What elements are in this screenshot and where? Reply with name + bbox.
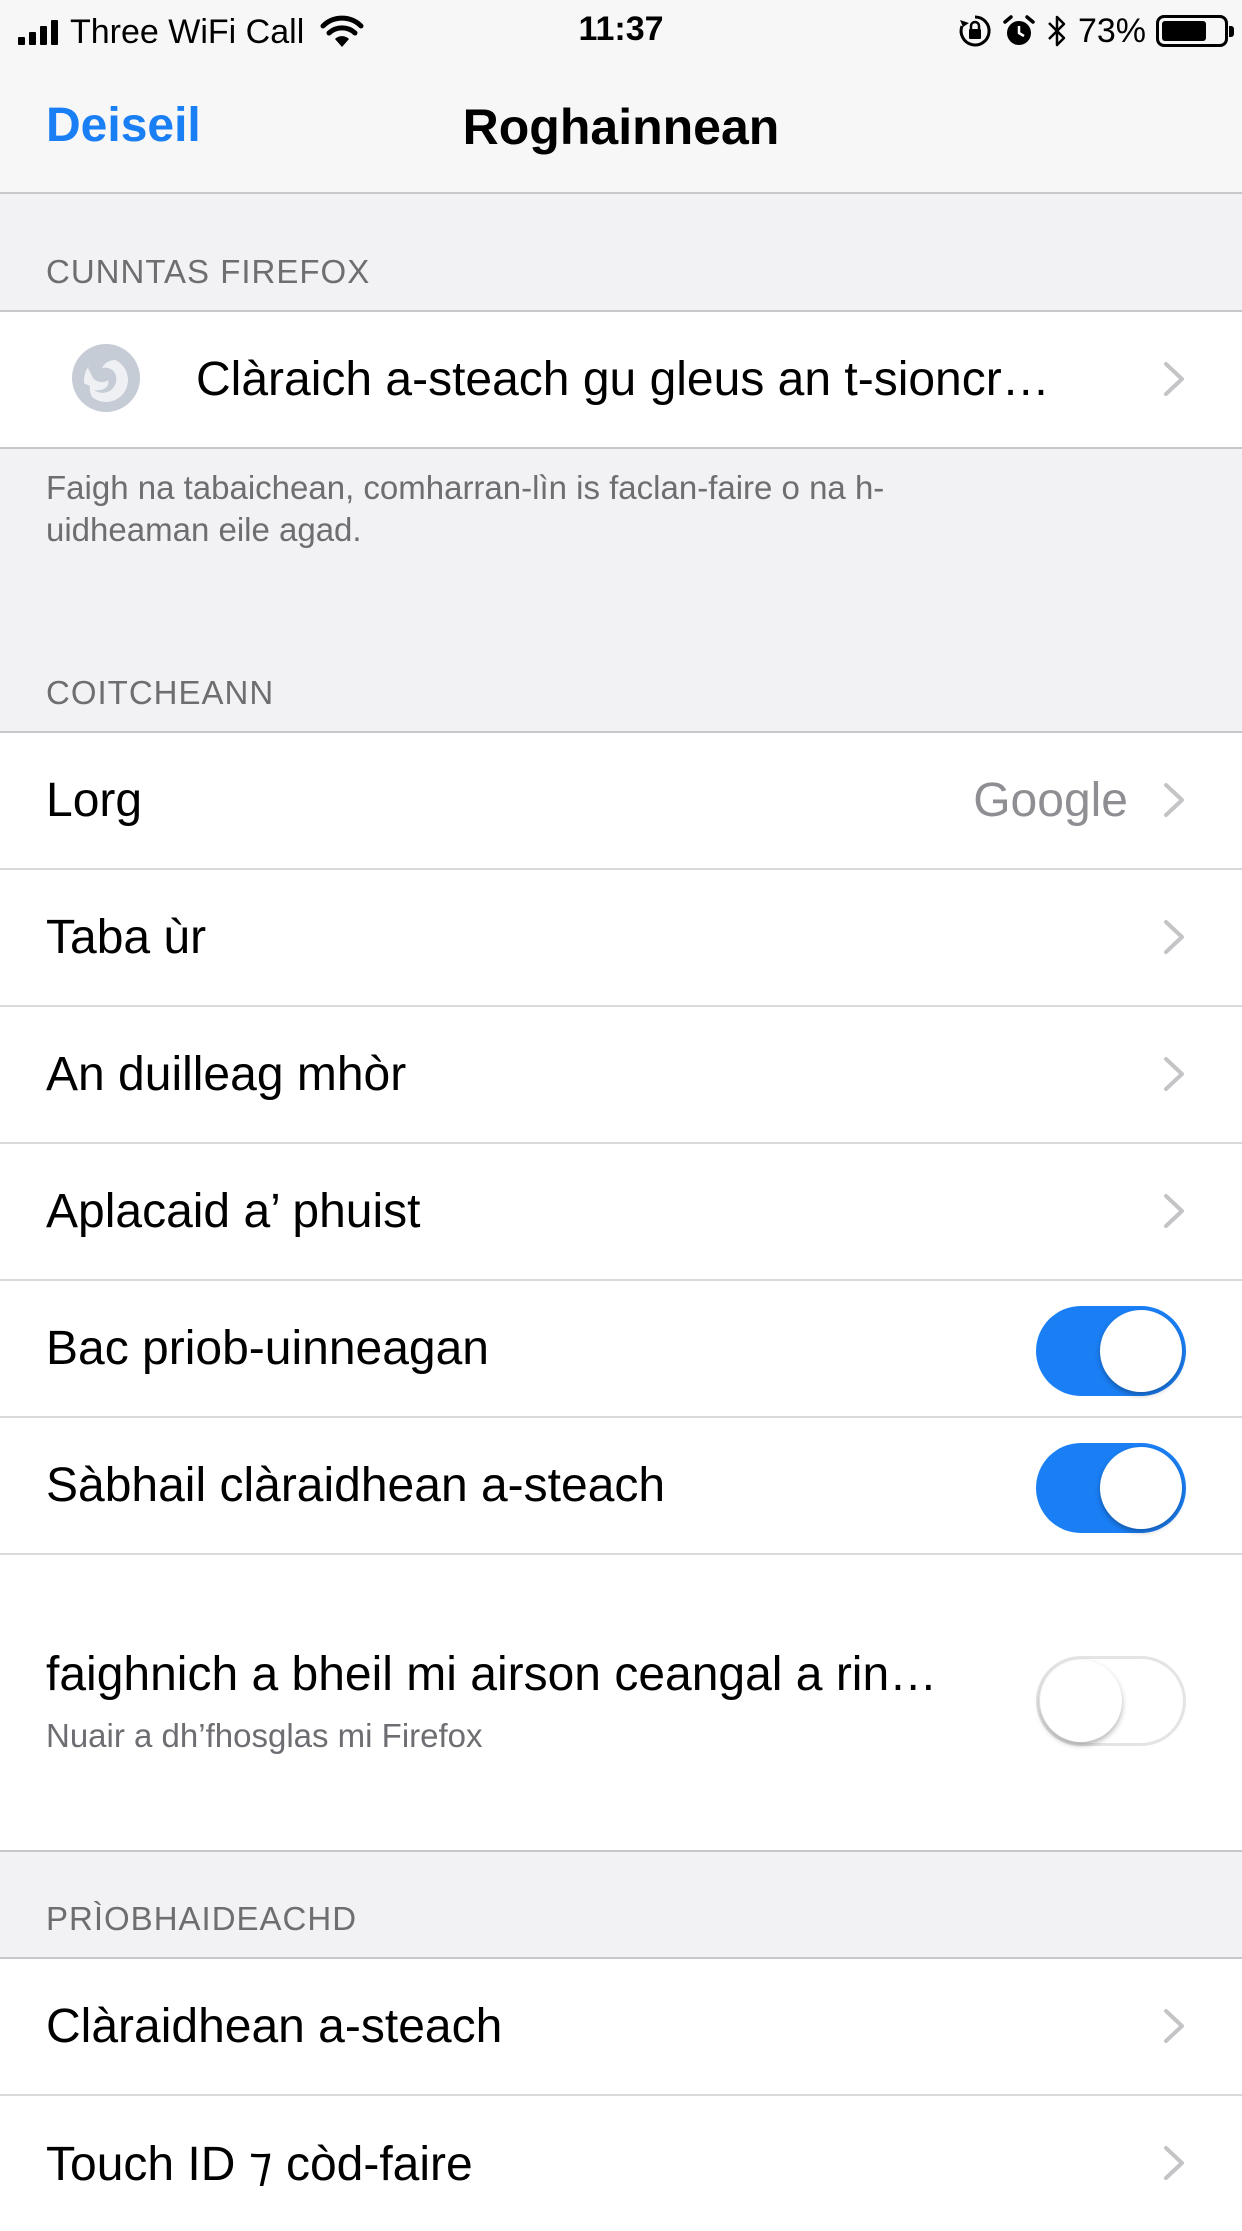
clipboard-toggle[interactable] xyxy=(1036,1656,1186,1746)
status-bar: Three WiFi Call 11:37 73% xyxy=(0,0,1242,62)
section-header-general: COITCHEANN xyxy=(46,674,275,711)
search-row[interactable]: Lorg Google xyxy=(0,733,1242,870)
search-label: Lorg xyxy=(46,774,143,827)
chevron-right-icon xyxy=(1164,2146,1184,2180)
battery-level-fill xyxy=(1162,21,1206,41)
mail-app-label: Aplacaid a’ phuist xyxy=(46,1185,421,1238)
firefox-logo-icon xyxy=(72,344,140,412)
toggle-knob xyxy=(1100,1447,1182,1529)
chevron-right-icon xyxy=(1164,920,1184,954)
privacy-group: Clàraidhean a-steach Touch ID ⁊ còd-fair… xyxy=(0,1957,1242,2231)
block-popups-label: Bac priob-uinneagan xyxy=(46,1322,489,1375)
logins-label: Clàraidhean a-steach xyxy=(46,2000,503,2053)
orientation-lock-icon xyxy=(959,15,991,47)
alarm-icon xyxy=(1003,15,1035,45)
clipboard-label: faighnich a bheil mi airson ceangal a ri… xyxy=(46,1648,938,1701)
sign-in-label: Clàraich a-steach gu gleus an t-sioncr… xyxy=(196,353,1050,406)
clipboard-row: faighnich a bheil mi airson ceangal a ri… xyxy=(0,1555,1242,1850)
homepage-label: An duilleag mhòr xyxy=(46,1048,407,1101)
logins-row[interactable]: Clàraidhean a-steach xyxy=(0,1959,1242,2096)
general-group: Lorg Google Taba ùr An duilleag mhòr Apl… xyxy=(0,731,1242,1852)
save-logins-label: Sàbhail clàraidhean a-steach xyxy=(46,1459,666,1512)
save-logins-toggle[interactable] xyxy=(1036,1443,1186,1533)
mail-app-row[interactable]: Aplacaid a’ phuist xyxy=(0,1144,1242,1281)
bluetooth-icon xyxy=(1048,15,1066,47)
new-tab-row[interactable]: Taba ùr xyxy=(0,870,1242,1007)
clipboard-subtitle: Nuair a dh’fhosglas mi Firefox xyxy=(46,1717,483,1754)
homepage-row[interactable]: An duilleag mhòr xyxy=(0,1007,1242,1144)
new-tab-label: Taba ùr xyxy=(46,911,207,964)
toggle-knob xyxy=(1040,1660,1122,1742)
account-footer: Faigh na tabaichean, comharran-lìn is fa… xyxy=(46,469,885,548)
search-engine-value: Google xyxy=(973,774,1128,827)
battery-percent: 73% xyxy=(1077,11,1146,50)
page-title: Roghainnean xyxy=(462,99,780,155)
save-logins-row: Sàbhail clàraidhean a-steach xyxy=(0,1418,1242,1555)
block-popups-toggle[interactable] xyxy=(1036,1306,1186,1396)
status-right: 73% xyxy=(958,10,1234,52)
block-popups-row: Bac priob-uinneagan xyxy=(0,1281,1242,1418)
chevron-right-icon xyxy=(1164,783,1184,817)
navigation-bar: Deiseil Roghainnean xyxy=(0,62,1242,194)
section-header-privacy: PRÌOBHAIDEACHD xyxy=(46,1900,358,1937)
battery-icon xyxy=(1156,15,1234,47)
chevron-right-icon xyxy=(1164,362,1184,396)
touch-id-label: Touch ID ⁊ còd-faire xyxy=(46,2138,473,2191)
chevron-right-icon xyxy=(1164,1194,1184,1228)
toggle-knob xyxy=(1100,1310,1182,1392)
sign-in-row[interactable]: Clàraich a-steach gu gleus an t-sioncr… xyxy=(0,312,1242,447)
account-group: Clàraich a-steach gu gleus an t-sioncr… xyxy=(0,310,1242,449)
touch-id-row[interactable]: Touch ID ⁊ còd-faire xyxy=(0,2096,1242,2231)
section-header-account: CUNNTAS FIREFOX xyxy=(46,253,371,290)
chevron-right-icon xyxy=(1164,2009,1184,2043)
chevron-right-icon xyxy=(1164,1057,1184,1091)
